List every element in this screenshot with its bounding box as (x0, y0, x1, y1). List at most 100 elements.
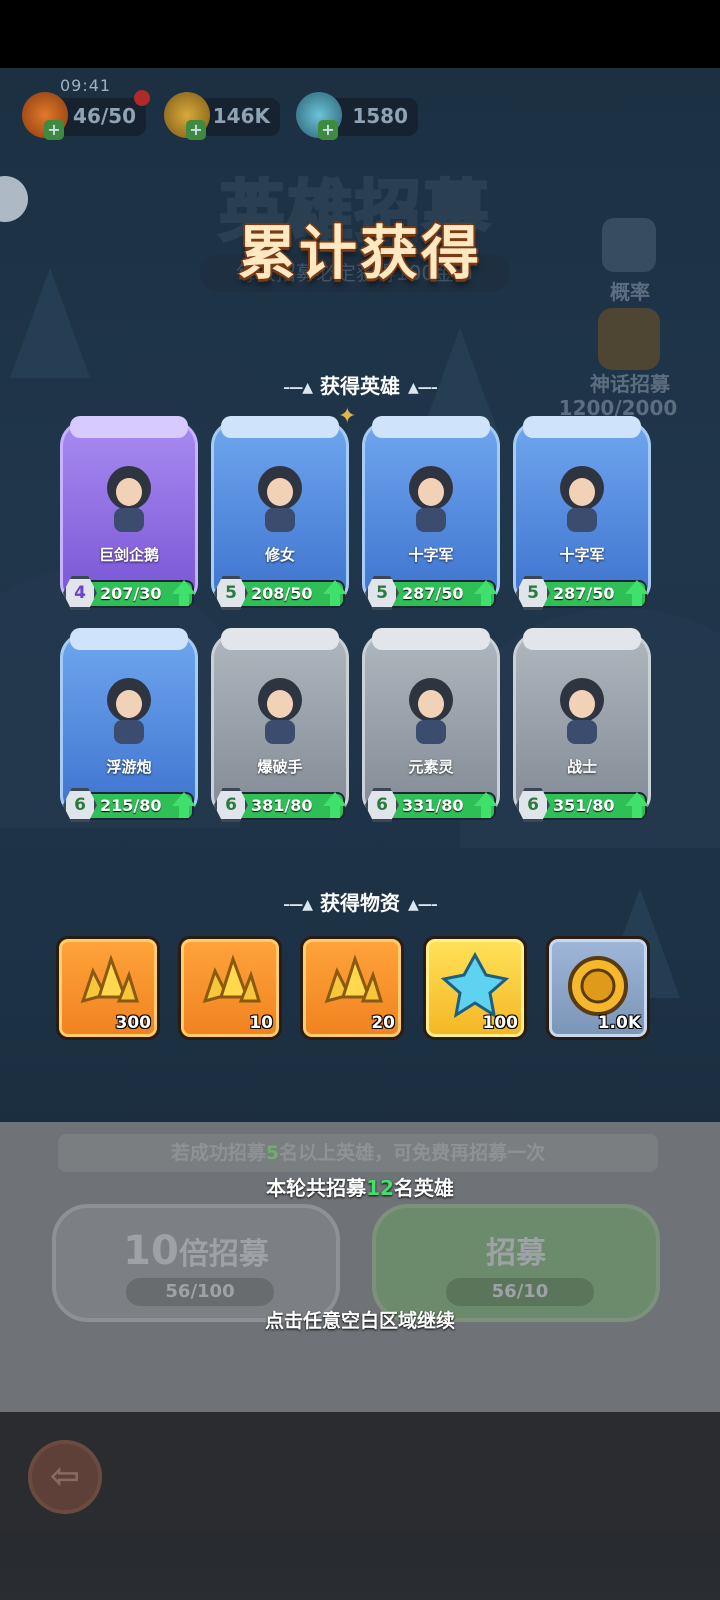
divider-right: ▲—– (408, 896, 438, 913)
hero-name: 元素灵 (408, 758, 454, 776)
hero-name: 十字军 (408, 546, 454, 564)
shard-count: 287/50 (553, 584, 615, 603)
upgrade-arrow-stem (632, 806, 642, 818)
hero-portrait (547, 458, 617, 538)
plus-icon: + (318, 120, 338, 140)
level-number: 4 (74, 583, 86, 603)
level-number: 6 (376, 795, 388, 815)
hero-card[interactable]: 巨剑企鹅 207/30 4 (60, 416, 198, 620)
gold-value: 146K (212, 104, 270, 128)
upgrade-arrow-icon (172, 580, 196, 594)
hero-card[interactable]: 元素灵 331/80 6 (362, 628, 500, 832)
tap-to-continue[interactable]: 点击任意空白区域继续 (160, 1306, 560, 1333)
hero-card[interactable]: 爆破手 381/80 6 (211, 628, 349, 832)
hint-number: 5 (265, 1142, 280, 1164)
reward-item[interactable]: 1.0K (546, 936, 650, 1040)
recruit-one-cost: 56/10 (446, 1278, 594, 1306)
hero-name: 爆破手 (257, 758, 303, 776)
energy-counter[interactable]: + 46/50 (22, 90, 150, 140)
item-quantity: 100 (482, 1013, 519, 1033)
recruit-one-label: 招募 (486, 1236, 546, 1271)
frost-cap (70, 628, 188, 650)
clock: 09:41 (60, 76, 112, 95)
plus-icon: + (44, 120, 64, 140)
hero-portrait (396, 458, 466, 538)
hero-name: 十字军 (559, 546, 605, 564)
upgrade-arrow-icon (474, 792, 498, 806)
reward-item[interactable]: 300 (56, 936, 160, 1040)
shard-count: 287/50 (402, 584, 464, 603)
hero-portrait (245, 670, 315, 750)
divider-left: –—▲ (283, 379, 313, 396)
upgrade-arrow-stem (179, 594, 189, 606)
hero-card[interactable]: 修女 208/50 5 (211, 416, 349, 620)
divider-right: ▲—– (408, 379, 438, 396)
hero-name: 修女 (264, 546, 295, 564)
back-button[interactable]: ⇦ (28, 1440, 102, 1514)
gold-counter[interactable]: + 146K (164, 92, 280, 140)
hero-portrait (245, 458, 315, 538)
energy-value: 46/50 (73, 104, 136, 128)
item-quantity: 10 (249, 1013, 273, 1033)
heroes-section-header: –—▲ 获得英雄 ▲—– (240, 370, 480, 399)
back-arrow-icon: ⇦ (49, 1456, 81, 1497)
status-bar-top (0, 0, 720, 68)
reward-item[interactable]: 100 (423, 936, 527, 1040)
upgrade-arrow-stem (481, 594, 491, 606)
level-number: 5 (527, 583, 539, 603)
rate-icon[interactable] (602, 218, 656, 272)
gold-crystal-icon (317, 951, 387, 1021)
hero-portrait (547, 670, 617, 750)
recruit-ten-cost: 56/100 (126, 1278, 274, 1306)
hero-card[interactable]: 战士 351/80 6 (513, 628, 651, 832)
item-quantity: 20 (371, 1013, 395, 1033)
shard-count: 381/80 (251, 796, 313, 815)
reward-item[interactable]: 20 (300, 936, 404, 1040)
gold-crystal-icon (195, 951, 265, 1021)
hero-name: 巨剑企鹅 (98, 546, 159, 564)
frost-cap (523, 416, 641, 438)
upgrade-arrow-stem (632, 594, 642, 606)
frost-cap (221, 416, 339, 438)
frost-cap (221, 628, 339, 650)
bg-tree (10, 268, 90, 378)
upgrade-arrow-icon (323, 580, 347, 594)
item-quantity: 1.0K (597, 1013, 641, 1033)
frost-cap (372, 416, 490, 438)
upgrade-arrow-stem (330, 594, 340, 606)
upgrade-arrow-stem (330, 806, 340, 818)
recruit-one-button[interactable]: 招募 56/10 (372, 1204, 660, 1322)
recruit-ten-button[interactable]: 10倍招募 56/100 (52, 1204, 340, 1322)
frost-cap (372, 628, 490, 650)
level-number: 6 (225, 795, 237, 815)
hero-card[interactable]: 浮游炮 215/80 6 (60, 628, 198, 832)
rate-label[interactable]: 概率 (590, 276, 670, 305)
recruit-ten-number: 10 (123, 1228, 179, 1274)
crystal-counter[interactable]: + 1580 (296, 92, 418, 140)
reward-item[interactable]: 10 (178, 936, 282, 1040)
level-number: 5 (376, 583, 388, 603)
hint-prefix: 若成功招募 (170, 1142, 266, 1164)
hero-card[interactable]: 十字军 287/50 5 (362, 416, 500, 620)
summary-number: 12 (366, 1176, 394, 1200)
upgrade-arrow-icon (625, 580, 649, 594)
cumulative-title: 累计获得 (237, 219, 482, 287)
shard-count: 215/80 (100, 796, 162, 815)
upgrade-arrow-icon (323, 792, 347, 806)
hero-card[interactable]: 十字军 287/50 5 (513, 416, 651, 620)
gold-crystal-icon (73, 951, 143, 1021)
divider-left: –—▲ (283, 896, 313, 913)
heroes-header-label: 获得英雄 (320, 374, 400, 398)
recruit-ten-label: 10倍招募 (56, 1228, 336, 1274)
myth-shield-icon[interactable] (598, 308, 660, 370)
lower-area (0, 1412, 720, 1532)
chat-face-icon[interactable] (0, 176, 28, 222)
myth-recruit-label[interactable]: 神话招募 (570, 368, 690, 397)
level-number: 5 (225, 583, 237, 603)
shard-count: 351/80 (553, 796, 615, 815)
crystal-value: 1580 (352, 104, 408, 128)
free-recruit-hint: 若成功招募5名以上英雄，可免费再招募一次 (58, 1134, 658, 1172)
item-quantity: 300 (115, 1013, 152, 1033)
hero-name: 战士 (566, 758, 597, 776)
items-section-header: –—▲ 获得物资 ▲—– (240, 887, 480, 916)
